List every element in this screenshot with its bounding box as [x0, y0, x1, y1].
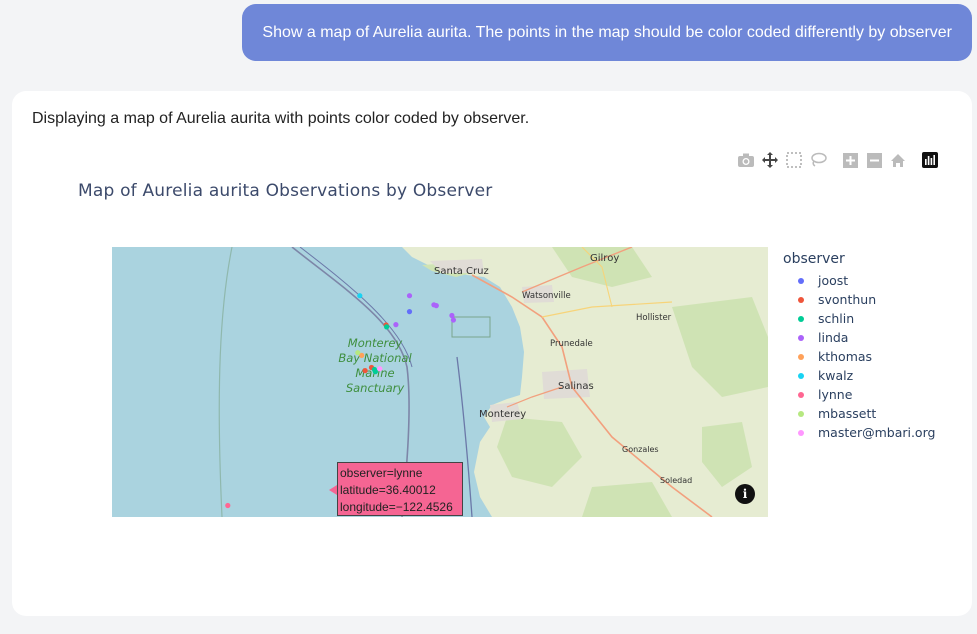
- zoom-out-icon[interactable]: [864, 150, 884, 170]
- box-select-icon[interactable]: [784, 150, 804, 170]
- map-label-hollister: Hollister: [636, 313, 672, 323]
- legend-title: observer: [783, 251, 845, 267]
- legend-label: kwalz: [818, 368, 854, 383]
- zoom-in-icon[interactable]: [840, 150, 860, 170]
- observation-point[interactable]: [384, 324, 390, 330]
- map-label-monterey: Monterey: [479, 409, 526, 420]
- legend-item[interactable]: mbassett: [783, 404, 935, 423]
- legend-label: schlin: [818, 311, 855, 326]
- map-label-soledad: Soledad: [660, 476, 692, 485]
- observation-point[interactable]: [449, 312, 455, 319]
- legend-label: kthomas: [818, 349, 873, 364]
- observation-point[interactable]: [377, 366, 383, 372]
- hover-tooltip: observer=lynne latitude=36.40012 longitu…: [337, 462, 463, 516]
- assistant-response-card: Displaying a map of Aurelia aurita with …: [12, 91, 972, 616]
- tooltip-line-latitude: latitude=36.40012: [340, 483, 436, 497]
- legend-marker: [798, 372, 804, 379]
- chart-legend: observer joost svonthun schlin linda kthomas…: [783, 251, 935, 442]
- legend-item[interactable]: kthomas: [783, 347, 935, 366]
- legend-marker: [798, 353, 804, 360]
- legend-label: joost: [818, 273, 849, 288]
- observation-point[interactable]: [406, 293, 413, 299]
- observation-point[interactable]: [450, 317, 456, 323]
- assistant-message-text: Displaying a map of Aurelia aurita with …: [32, 110, 530, 127]
- chart-title: Map of Aurelia aurita Observations by Ob…: [78, 181, 493, 201]
- legend-item[interactable]: linda: [783, 328, 935, 347]
- legend-label: linda: [818, 330, 849, 345]
- legend-label: master@mbari.org: [818, 425, 936, 440]
- observation-point[interactable]: [357, 293, 363, 299]
- legend-item[interactable]: lynne: [783, 385, 935, 404]
- legend-marker: [798, 296, 804, 303]
- tooltip-line-observer: observer=lynne: [340, 466, 423, 480]
- legend-item[interactable]: master@mbari.org: [783, 423, 935, 442]
- observation-point[interactable]: [433, 303, 439, 309]
- observation-point[interactable]: [372, 369, 378, 375]
- legend-label: mbassett: [818, 406, 877, 421]
- map-label-prunedale: Prunedale: [550, 339, 593, 349]
- observation-point[interactable]: [393, 322, 399, 328]
- home-icon[interactable]: [888, 150, 908, 170]
- user-message-bubble: Show a map of Aurelia aurita. The points…: [242, 4, 972, 61]
- pan-icon[interactable]: [760, 150, 780, 170]
- map-label-gonzales: Gonzales: [622, 445, 659, 454]
- legend-marker: [798, 277, 804, 284]
- map-label-salinas: Salinas: [558, 381, 594, 392]
- observation-point[interactable]: [225, 502, 231, 509]
- observation-point[interactable]: [362, 368, 368, 374]
- legend-marker: [798, 315, 804, 322]
- legend-marker: [798, 391, 804, 398]
- observation-point[interactable]: [406, 309, 413, 315]
- legend-label: svonthun: [818, 292, 877, 307]
- sanctuary-label: Sanctuary: [346, 381, 405, 395]
- legend-item[interactable]: schlin: [783, 309, 935, 328]
- map-label-watsonville: Watsonville: [522, 291, 571, 301]
- lasso-icon[interactable]: [808, 150, 828, 170]
- plotly-logo-icon[interactable]: [920, 150, 940, 170]
- legend-marker: [798, 334, 804, 341]
- map-label-gilroy: Gilroy: [590, 253, 619, 264]
- map-label-santa-cruz: Santa Cruz: [434, 266, 489, 277]
- tooltip-line-longitude: longitude=−122.4526: [340, 500, 453, 514]
- sanctuary-label: Monterey: [348, 336, 403, 350]
- legend-item[interactable]: svonthun: [783, 290, 935, 309]
- legend-label: lynne: [818, 387, 853, 402]
- user-message-text: Show a map of Aurelia aurita. The points…: [262, 23, 952, 41]
- plot-modebar: [736, 150, 944, 170]
- legend-marker: [798, 410, 804, 417]
- tooltip-arrow: [329, 485, 337, 495]
- legend-item[interactable]: kwalz: [783, 366, 935, 385]
- observation-point[interactable]: [355, 350, 361, 356]
- legend-marker: [798, 429, 804, 436]
- sanctuary-label: Bay National: [338, 351, 412, 365]
- camera-icon[interactable]: [736, 150, 756, 170]
- map-attribution-info-button[interactable]: i: [735, 484, 755, 504]
- legend-item[interactable]: joost: [783, 271, 935, 290]
